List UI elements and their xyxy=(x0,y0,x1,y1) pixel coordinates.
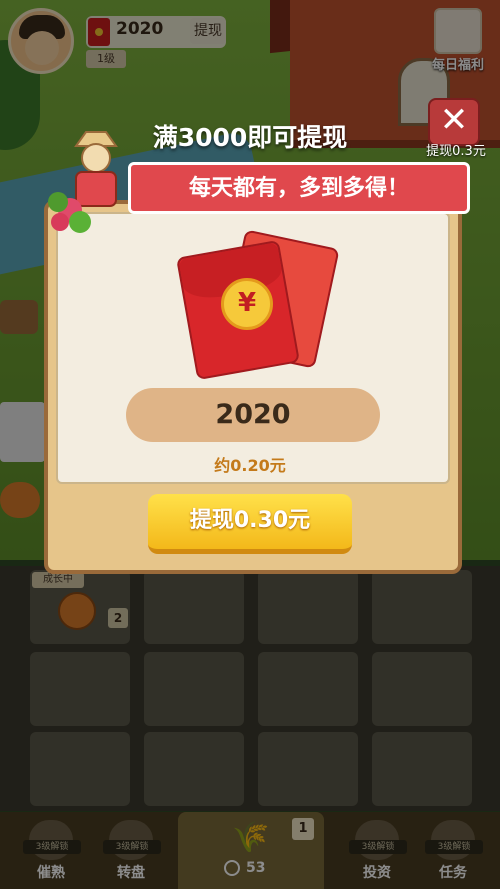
amount-display: 2020 xyxy=(126,388,380,442)
scarecrow-icon xyxy=(48,131,118,233)
approx-value: 约0.20元 xyxy=(214,456,286,475)
yen-coin-icon: ¥ xyxy=(221,278,273,330)
ribbon-text: 每天都有，多到多得！ xyxy=(188,176,409,201)
cash-out-button[interactable]: 提现0.30元 xyxy=(148,494,352,554)
